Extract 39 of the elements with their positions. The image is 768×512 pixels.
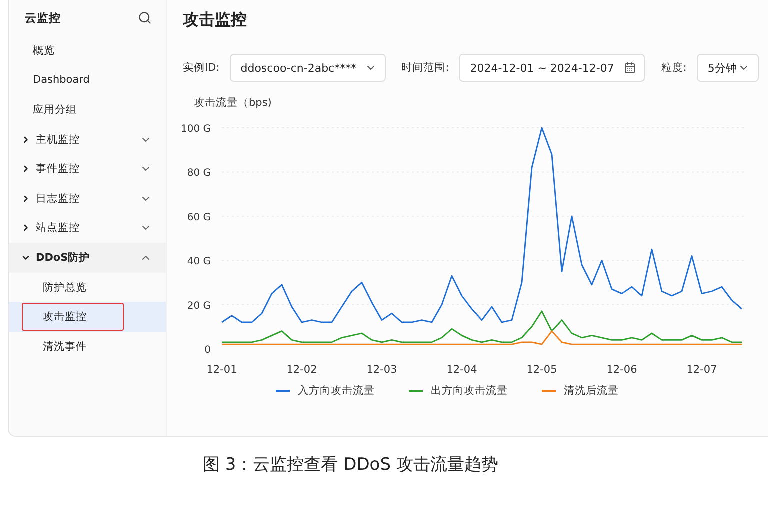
sidebar-item[interactable]: 应用分组	[9, 95, 166, 125]
sidebar-item[interactable]: 日志监控	[9, 184, 166, 214]
page-title: 攻击监控	[183, 10, 248, 31]
date-range-field[interactable]: 2024-12-01 ~ 2024-12-07	[459, 54, 646, 82]
filter-label: 时间范围:	[402, 61, 450, 75]
search-icon[interactable]	[138, 11, 152, 25]
axis-label: 12-04	[446, 364, 478, 376]
sidebar-title: 云监控	[25, 10, 61, 26]
axis-label: 60 G	[187, 212, 211, 224]
legend-item: 清洗后流量	[542, 384, 619, 398]
sidebar-item[interactable]: Dashboard	[9, 66, 166, 96]
sidebar-item[interactable]: 事件监控	[9, 154, 166, 184]
axis-label: 12-06	[606, 364, 638, 376]
axis-label: 12-05	[526, 364, 558, 376]
legend-item: 出方向攻击流量	[409, 384, 508, 398]
figure-caption: 图 3：云监控查看 DDoS 攻击流量趋势	[203, 454, 500, 476]
select-field[interactable]: 5分钟	[696, 54, 759, 82]
axis-label: 40 G	[187, 256, 211, 268]
axis-label: 12-07	[686, 364, 718, 376]
legend-item: 入方向攻击流量	[276, 384, 375, 398]
axis-label: 12-01	[206, 364, 238, 376]
filter-label: 实例ID:	[183, 61, 220, 75]
calendar-icon	[624, 62, 636, 74]
sidebar-item[interactable]: 防护总览	[9, 272, 166, 302]
axis-label: 20 G	[187, 300, 211, 312]
axis-label: 100 G	[180, 124, 211, 135]
sidebar-item[interactable]: DDoS防护	[9, 243, 166, 273]
axis-label: 0	[204, 345, 211, 356]
sidebar-item[interactable]: 主机监控	[9, 124, 166, 154]
chart-title: 攻击流量（bps)	[194, 96, 273, 110]
sidebar-item[interactable]: 站点监控	[9, 214, 166, 244]
axis-label: 80 G	[187, 168, 211, 180]
sidebar-item[interactable]: 清洗事件	[9, 332, 166, 362]
filter-label: 粒度:	[661, 61, 687, 75]
sidebar-item[interactable]: 攻击监控	[9, 302, 166, 332]
axis-label: 12-03	[366, 364, 398, 376]
sidebar-item[interactable]: 概览	[9, 36, 166, 66]
axis-label: 12-02	[286, 364, 318, 376]
select-field[interactable]: ddoscoo-cn-2abc****	[230, 54, 386, 82]
